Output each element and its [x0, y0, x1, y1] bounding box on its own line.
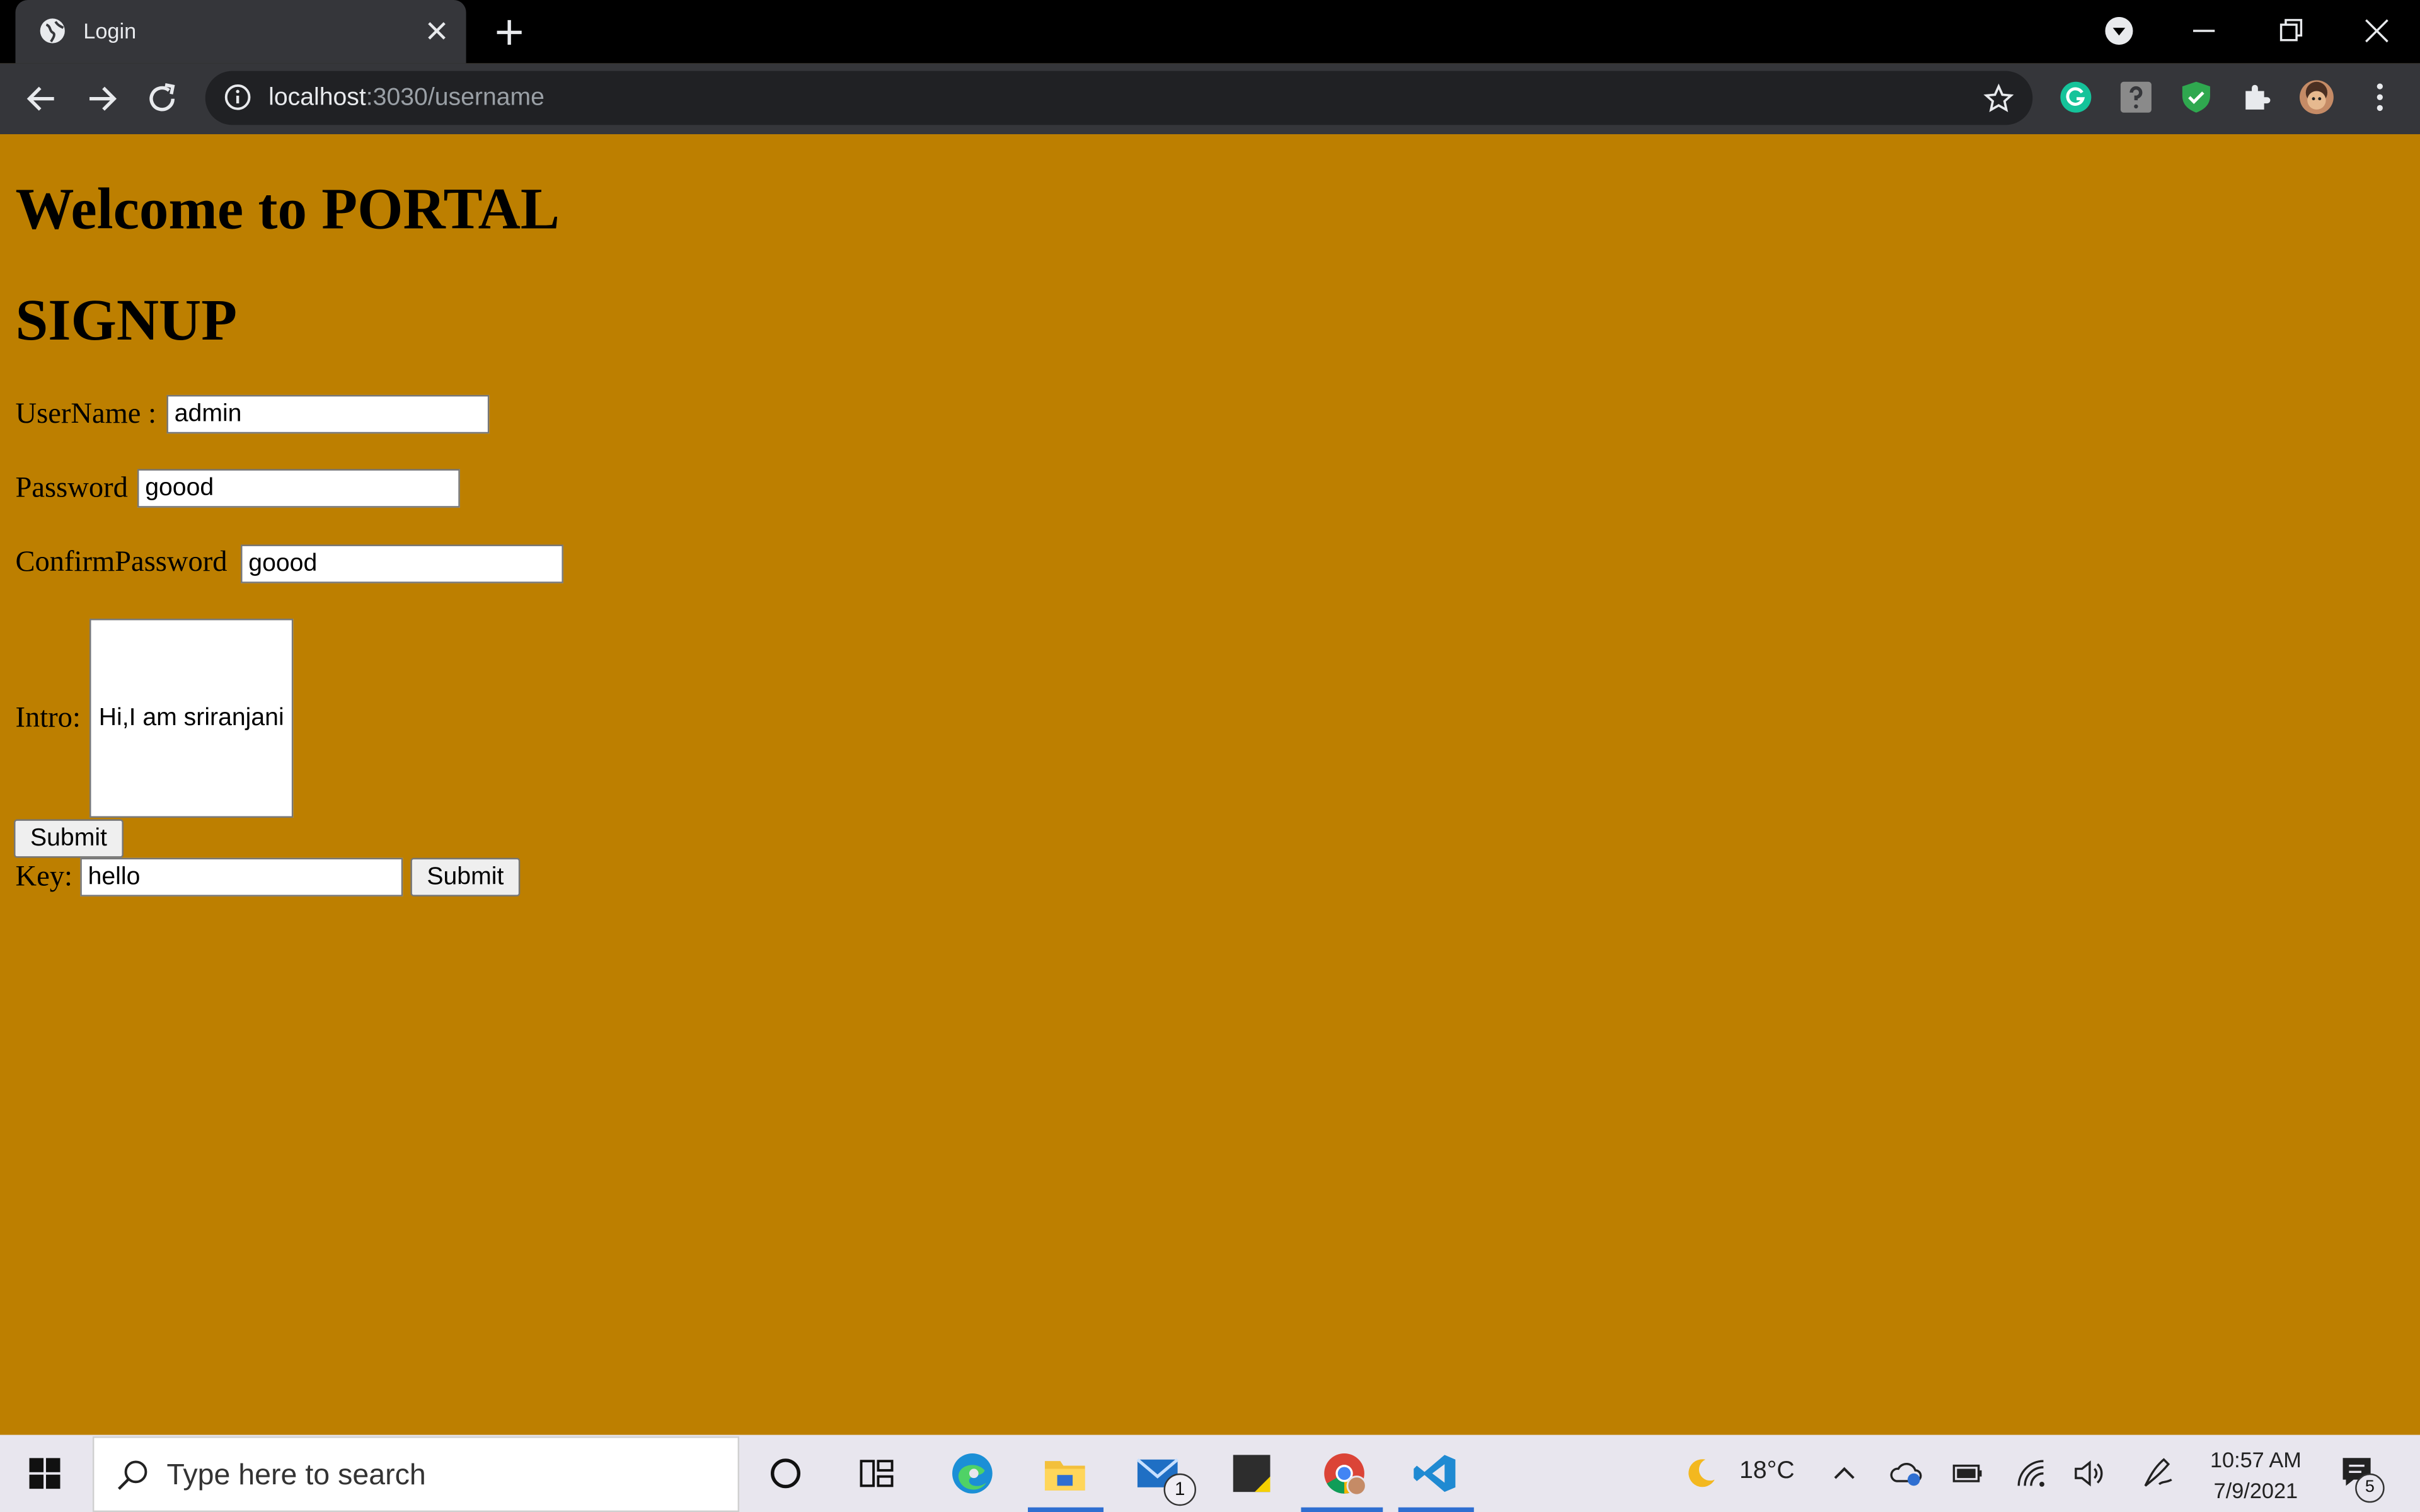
volume-icon[interactable]	[2071, 1457, 2106, 1491]
pen-workspace-icon[interactable]	[2139, 1455, 2176, 1492]
file-explorer-icon[interactable]	[1042, 1450, 1088, 1496]
vscode-active-indicator	[1398, 1507, 1474, 1512]
signup-heading: SIGNUP	[15, 288, 238, 353]
chevron-up-icon[interactable]	[1830, 1460, 1858, 1487]
mail-count-badge: 1	[1163, 1473, 1196, 1506]
restore-icon[interactable]	[2275, 15, 2306, 46]
globe-icon	[40, 18, 65, 43]
intro-label: Intro:	[15, 702, 81, 735]
notification-count-badge: 5	[2355, 1473, 2385, 1503]
task-view-icon[interactable]	[853, 1450, 899, 1496]
chrome-icon[interactable]	[1321, 1450, 1367, 1496]
close-icon[interactable]	[426, 20, 447, 42]
clock-date: 7/9/2021	[2213, 1478, 2298, 1503]
battery-plug-icon[interactable]	[1951, 1458, 1985, 1489]
address-bar[interactable]: localhost:3030/username	[205, 71, 2033, 125]
extensions-puzzle-icon[interactable]	[2238, 79, 2275, 116]
tab-title: Login	[83, 18, 137, 43]
site-info-icon[interactable]	[224, 83, 251, 111]
minimize-icon[interactable]	[2189, 15, 2220, 46]
tab-strip: Login	[0, 0, 2420, 64]
clock-time: 10:57 AM	[2210, 1447, 2302, 1472]
tab-search-icon[interactable]	[2105, 16, 2133, 45]
signup-submit-button[interactable]: Submit	[14, 819, 124, 858]
intro-textarea[interactable]: Hi,I am sriranjani	[89, 619, 294, 818]
forward-icon[interactable]	[85, 82, 119, 116]
tab-login[interactable]: Login	[15, 0, 466, 64]
browser-toolbar: localhost:3030/username	[0, 63, 2420, 135]
cortana-icon[interactable]	[763, 1450, 809, 1496]
edge-browser-icon[interactable]	[949, 1450, 995, 1496]
file-explorer-active-indicator	[1028, 1507, 1104, 1512]
weather-temperature[interactable]: 18°C	[1739, 1458, 1795, 1486]
new-tab-icon[interactable]	[495, 18, 523, 46]
system-clock[interactable]: 10:57 AM 7/9/2021	[2210, 1444, 2302, 1506]
key-submit-button[interactable]: Submit	[410, 857, 521, 896]
chrome-active-indicator	[1301, 1507, 1383, 1512]
url-host: localhost	[268, 84, 366, 112]
password-input[interactable]: goood	[137, 469, 460, 508]
onedrive-sync-icon[interactable]	[1889, 1458, 1923, 1489]
windows-start-icon[interactable]	[29, 1458, 60, 1489]
bookmark-star-icon[interactable]	[1983, 83, 2014, 114]
help-extension-icon[interactable]	[2118, 79, 2155, 116]
page-title: Welcome to PORTAL	[15, 177, 560, 243]
taskbar-search-box[interactable]: Type here to search	[92, 1436, 740, 1512]
menu-kebab-icon[interactable]	[2361, 79, 2399, 116]
close-window-icon[interactable]	[2361, 15, 2392, 46]
confirm-password-input[interactable]: goood	[241, 544, 563, 583]
shield-extension-icon[interactable]	[2178, 79, 2215, 116]
back-icon[interactable]	[25, 82, 59, 116]
key-label: Key:	[15, 861, 72, 893]
password-label: Password	[15, 472, 128, 505]
sticky-notes-icon[interactable]	[1228, 1450, 1274, 1496]
url-path: :3030/username	[366, 84, 544, 112]
vscode-icon[interactable]	[1412, 1450, 1458, 1496]
key-input[interactable]: hello	[80, 857, 403, 896]
search-placeholder: Type here to search	[166, 1459, 426, 1492]
moon-weather-icon[interactable]	[1682, 1455, 1719, 1492]
username-label: UserName :	[15, 398, 157, 431]
wifi-icon[interactable]	[2014, 1457, 2048, 1491]
username-input[interactable]: admin	[166, 394, 490, 434]
reload-icon[interactable]	[145, 82, 179, 116]
grammarly-extension-icon[interactable]	[2057, 79, 2094, 116]
confirm-password-label: ConfirmPassword	[15, 546, 228, 579]
windows-taskbar: Type here to search 1 18°C 10:57 AM 7/9/…	[0, 1435, 2420, 1512]
profile-avatar-icon[interactable]	[2298, 79, 2336, 116]
url-text: localhost:3030/username	[268, 85, 544, 113]
page-content: Welcome to PORTAL SIGNUP UserName : admi…	[0, 134, 2420, 1435]
search-icon	[118, 1460, 147, 1490]
